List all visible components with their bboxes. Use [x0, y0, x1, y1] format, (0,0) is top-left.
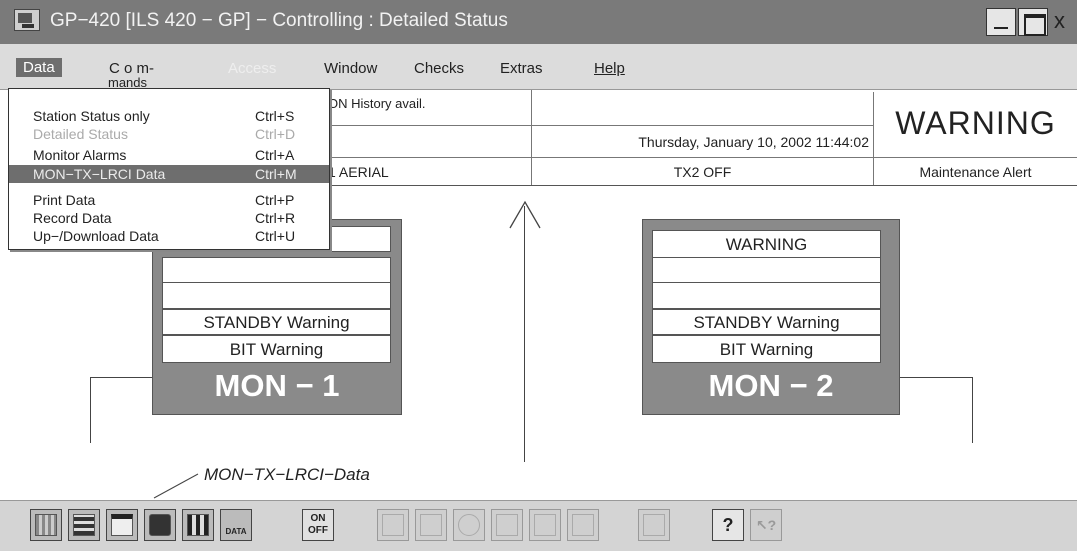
menu-item-mon-tx-lrci-data[interactable]: MON−TX−LRCI Data Ctrl+M [9, 165, 329, 183]
data-dropdown-menu: Station Status only Ctrl+S Detailed Statu… [8, 88, 330, 250]
print-disabled-icon [415, 509, 447, 541]
mon-2-standby-warning: STANDBY Warning [652, 309, 881, 335]
magnifier-icon [453, 509, 485, 541]
mon-1-slot-3 [162, 282, 391, 309]
menu-item-monitor-alarms[interactable]: Monitor Alarms Ctrl+A [9, 146, 329, 164]
printer-icon[interactable] [144, 509, 176, 541]
on-off-button[interactable]: ON OFF [302, 509, 334, 541]
minimize-button[interactable] [986, 8, 1016, 36]
blank-cell [531, 90, 873, 125]
menu-data[interactable]: Data [16, 58, 62, 77]
mon-2-slot-2 [652, 257, 881, 283]
window-icon[interactable] [106, 509, 138, 541]
context-help-icon: ↖? [750, 509, 782, 541]
warning-indicator: WARNING [873, 92, 1077, 158]
mon-2-connector-vertical [972, 377, 973, 443]
menu-window[interactable]: Window [324, 60, 377, 77]
grid-icon [491, 509, 523, 541]
mon-1-standby-warning: STANDBY Warning [162, 309, 391, 335]
menu-item-up-download-data[interactable]: Up−/Download Data Ctrl+U [9, 227, 329, 245]
menu-help[interactable]: Help [594, 60, 625, 77]
detailed-status-icon[interactable] [68, 509, 100, 541]
mon-1-label: MON − 1 [214, 368, 340, 403]
maintenance-alert: Maintenance Alert [873, 158, 1077, 185]
data-transfer-icon[interactable]: DATA [220, 509, 252, 541]
copy-icon [529, 509, 561, 541]
adjust-icon [638, 509, 670, 541]
bar-graph-icon[interactable] [182, 509, 214, 541]
mon-2-connector-horizontal [900, 377, 972, 378]
datetime-cell: Thursday, January 10, 2002 11:44:02 [531, 126, 873, 157]
menu-bar: Data C o m- mands Access Window Checks E… [0, 44, 1077, 90]
menu-item-detailed-status: Detailed Status Ctrl+D [33, 126, 296, 142]
mon-2-bit-warning: BIT Warning [652, 335, 881, 363]
menu-item-station-status[interactable]: Station Status only Ctrl+S [9, 107, 329, 125]
mon-2-slot-3 [652, 282, 881, 309]
mon-1-bit-warning: BIT Warning [162, 335, 391, 363]
config-icon [567, 509, 599, 541]
mon-2-warning: WARNING [652, 230, 881, 258]
maximize-button[interactable] [1018, 8, 1048, 36]
menu-checks[interactable]: Checks [414, 60, 464, 77]
status-row-states: 1 AERIAL TX2 OFF Maintenance Alert [280, 158, 1077, 186]
annotation-pointer [153, 473, 199, 499]
mon-2-panel[interactable]: WARNING STANDBY Warning BIT Warning MON … [642, 219, 900, 415]
station-layout-icon[interactable] [30, 509, 62, 541]
window-title: GP−420 [ILS 420 − GP] − Controlling : De… [50, 10, 508, 31]
up-arrow-icon [509, 200, 541, 229]
mon-1-connector-vertical [90, 377, 91, 443]
center-connector-line [524, 206, 525, 462]
bottom-toolbar: DATA ON OFF ? ↖? [0, 500, 1077, 551]
menu-item-print-data[interactable]: Print Data Ctrl+P [9, 191, 329, 209]
hammer-icon [377, 509, 409, 541]
datetime: Thursday, January 10, 2002 11:44:02 [638, 134, 869, 150]
app-icon[interactable] [14, 9, 40, 31]
tx2-status: TX2 OFF [531, 158, 873, 185]
mon-1-connector-horizontal [90, 377, 152, 378]
help-icon[interactable]: ? [712, 509, 744, 541]
menu-item-record-data[interactable]: Record Data Ctrl+R [9, 209, 329, 227]
close-button[interactable]: x [1054, 8, 1065, 34]
title-bar: GP−420 [ILS 420 − GP] − Controlling : De… [0, 0, 1077, 44]
mon-1-slot-2 [162, 257, 391, 283]
menu-access[interactable]: Access [228, 60, 276, 77]
mon-tx-lrci-data-annotation: MON−TX−LRCI−Data [204, 465, 370, 484]
menu-extras[interactable]: Extras [500, 60, 543, 77]
mon-2-label: MON − 2 [708, 368, 834, 403]
